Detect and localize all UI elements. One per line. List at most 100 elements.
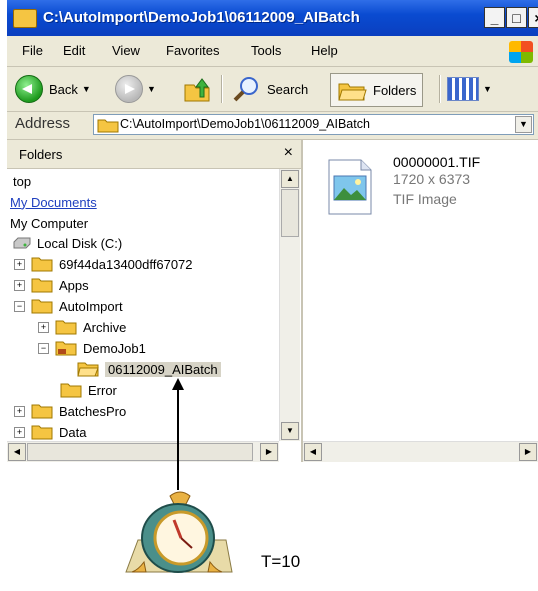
tree-item-label: My Computer [10, 215, 89, 231]
search-label: Search [267, 81, 309, 97]
tree-item-archive[interactable]: + Archive [38, 317, 126, 337]
folder-icon [31, 278, 53, 293]
folder-up-icon [184, 78, 210, 102]
tree-item-69f44da13400dff67072[interactable]: + 69f44da13400dff67072 [14, 254, 193, 274]
tree-item-batchespro[interactable]: + BatchesPro [14, 401, 126, 421]
folders-pane-header: Folders × [7, 140, 301, 169]
scroll-thumb[interactable] [27, 443, 253, 461]
files-horizontal-scrollbar[interactable]: ◀ ▶ [303, 441, 538, 462]
folders-pane-title: Folders [19, 147, 63, 162]
folders-pane-close-button[interactable]: × [284, 144, 293, 162]
tree-item-label: top [13, 173, 32, 189]
scroll-left-arrow-icon[interactable]: ◀ [304, 443, 322, 461]
tree-item-label: Local Disk (C:) [37, 235, 123, 251]
folder-icon [31, 299, 53, 314]
tree-item-my-documents[interactable]: My Documents [10, 192, 97, 212]
folder-icon [97, 119, 119, 133]
window-title: C:\AutoImport\DemoJob1\06112009_AIBatch [43, 9, 360, 26]
folders-vertical-scrollbar[interactable]: ▲ ▼ [279, 169, 300, 441]
file-dimensions: 1720 x 6373 [393, 171, 471, 187]
toolbar: Back ▼ ▼ Search Folders ▼ [7, 67, 538, 112]
tree-item-label: AutoImport [59, 298, 123, 314]
search-icon [233, 77, 258, 102]
tree-item-label: Data [59, 424, 87, 440]
menu-view[interactable]: View [112, 43, 140, 58]
forward-button[interactable]: ▼ [115, 73, 156, 105]
scroll-down-arrow-icon[interactable]: ▼ [281, 422, 299, 440]
folder-icon [13, 9, 37, 28]
expand-icon[interactable]: + [14, 426, 25, 438]
menu-file[interactable]: File [22, 43, 43, 58]
menu-tools[interactable]: Tools [251, 43, 281, 58]
tree-item-label: 06112009_AIBatch [105, 361, 221, 377]
tree-item-06112009-aibatch[interactable]: 06112009_AIBatch [77, 359, 221, 379]
time-label: T=10 [261, 552, 301, 571]
tree-item-label: BatchesPro [59, 403, 127, 419]
address-value: C:\AutoImport\DemoJob1\06112009_AIBatch [120, 117, 370, 131]
toolbar-separator [221, 75, 223, 103]
scroll-left-arrow-icon[interactable]: ◀ [8, 443, 26, 461]
explorer-window: C:\AutoImport\DemoJob1\06112009_AIBatch … [7, 0, 538, 462]
tree-item-label: My Documents [10, 194, 97, 210]
folders-label: Folders [373, 82, 417, 98]
toolbar-separator [439, 75, 441, 103]
tree-item-demojob1[interactable]: − DemoJob1 [38, 338, 146, 358]
tree-item-error[interactable]: Error [60, 380, 117, 400]
folder-icon [31, 404, 53, 419]
tree-item-data[interactable]: + Data [14, 422, 86, 441]
folder-tree: top My Documents My Computer Local Disk … [7, 169, 279, 441]
expand-icon[interactable]: + [14, 258, 25, 270]
menu-edit[interactable]: Edit [63, 43, 85, 58]
folder-icon [60, 383, 82, 398]
menu-help[interactable]: Help [311, 43, 338, 58]
forward-arrow-icon [115, 75, 143, 103]
tree-item-label: Error [88, 382, 117, 398]
tree-item-local-disk[interactable]: Local Disk (C:) [13, 233, 122, 253]
expand-icon[interactable]: + [14, 405, 25, 417]
address-bar: Address C:\AutoImport\DemoJob1\06112009_… [7, 111, 538, 140]
search-button[interactable]: Search [231, 73, 308, 105]
back-button[interactable]: Back ▼ [15, 73, 91, 105]
folder-icon [55, 320, 77, 335]
close-button[interactable]: × [528, 7, 538, 28]
folders-horizontal-scrollbar[interactable]: ◀ ▶ [7, 441, 279, 462]
expand-icon[interactable]: + [38, 321, 49, 333]
views-button[interactable]: ▼ [447, 73, 492, 105]
collapse-icon[interactable]: − [38, 342, 49, 354]
views-icon [447, 77, 479, 101]
tif-image-icon [328, 159, 372, 215]
collapse-icon[interactable]: − [14, 300, 25, 312]
back-label: Back [49, 81, 78, 97]
menu-favorites[interactable]: Favorites [166, 43, 219, 58]
scroll-right-arrow-icon[interactable]: ▶ [519, 443, 537, 461]
scroll-thumb[interactable] [281, 189, 299, 237]
arrow-line [177, 388, 179, 490]
scroll-right-arrow-icon[interactable]: ▶ [260, 443, 278, 461]
windows-logo-icon [509, 41, 533, 63]
folders-button[interactable]: Folders [330, 73, 424, 107]
scroll-up-arrow-icon[interactable]: ▲ [281, 170, 299, 188]
file-type: TIF Image [393, 191, 457, 207]
folder-icon [338, 83, 367, 101]
tree-item-my-computer[interactable]: My Computer [10, 213, 88, 233]
shared-folder-icon [55, 341, 77, 356]
tree-item-desktop[interactable]: top [13, 171, 31, 191]
chevron-down-icon: ▼ [147, 84, 156, 94]
folder-icon [31, 257, 53, 272]
menu-bar: File Edit View Favorites Tools Help [7, 36, 538, 67]
address-field[interactable]: C:\AutoImport\DemoJob1\06112009_AIBatch … [93, 114, 534, 135]
title-bar[interactable]: C:\AutoImport\DemoJob1\06112009_AIBatch … [7, 0, 538, 36]
minimize-button[interactable]: _ [484, 7, 505, 28]
tree-item-label: Archive [83, 319, 127, 335]
back-arrow-icon [15, 75, 43, 103]
expand-icon[interactable]: + [14, 279, 25, 291]
alarm-clock-icon [125, 491, 233, 573]
up-button[interactable] [182, 73, 212, 105]
tree-item-apps[interactable]: + Apps [14, 275, 89, 295]
tree-item-autoimport[interactable]: − AutoImport [14, 296, 123, 316]
maximize-button[interactable]: □ [506, 7, 527, 28]
hard-drive-icon [13, 237, 31, 249]
file-name: 00000001.TIF [393, 154, 481, 170]
open-folder-icon [77, 362, 99, 377]
address-dropdown-button[interactable]: ▼ [515, 116, 532, 133]
